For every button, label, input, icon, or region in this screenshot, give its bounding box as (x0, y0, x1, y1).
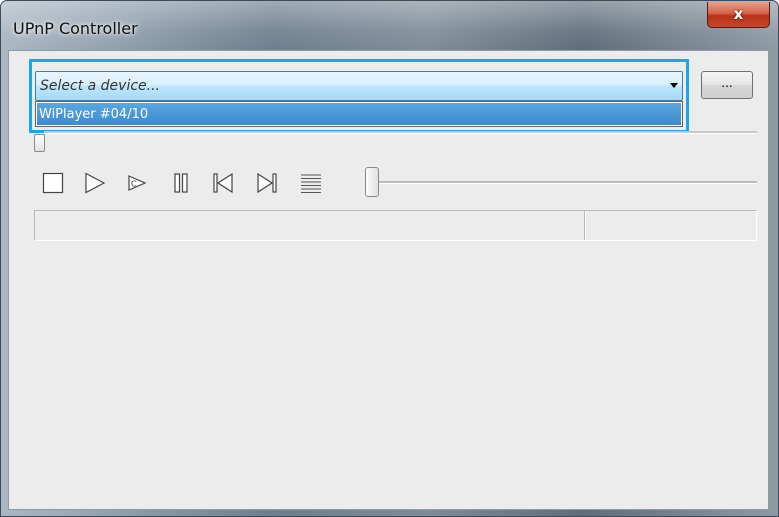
device-option[interactable]: WiPlayer #04/10 (37, 103, 681, 125)
status-bar (34, 210, 757, 241)
play-continuous-button[interactable]: C (124, 170, 150, 196)
window-title: UPnP Controller (13, 19, 138, 38)
device-dropdown-list: WiPlayer #04/10 (35, 101, 683, 127)
browse-button-label: ... (721, 76, 733, 90)
device-select-placeholder: Select a device... (40, 78, 161, 94)
playlist-button[interactable] (298, 170, 324, 196)
play-continuous-icon: C (128, 175, 147, 191)
pause-icon (174, 173, 188, 193)
play-icon (85, 172, 106, 194)
chevron-down-icon[interactable] (670, 83, 678, 88)
title-bar[interactable]: UPnP Controller x (1, 1, 778, 51)
svg-text:C: C (131, 180, 137, 189)
close-icon: x (733, 5, 744, 23)
seek-track[interactable] (44, 131, 757, 134)
volume-track[interactable] (376, 181, 757, 184)
volume-slider-handle[interactable] (365, 167, 379, 197)
next-button[interactable] (254, 170, 280, 196)
playlist-icon (301, 174, 321, 193)
previous-button[interactable] (210, 170, 236, 196)
skip-next-icon (257, 172, 277, 194)
seek-slider-handle[interactable] (34, 134, 45, 152)
browse-button[interactable]: ... (701, 71, 753, 99)
close-button[interactable]: x (707, 2, 770, 28)
pause-button[interactable] (168, 170, 194, 196)
skip-previous-icon (213, 172, 233, 194)
stop-button[interactable] (40, 170, 66, 196)
status-divider (584, 211, 586, 240)
device-option-label: WiPlayer #04/10 (39, 107, 149, 122)
play-button[interactable] (82, 170, 108, 196)
device-select[interactable]: Select a device... (35, 71, 683, 101)
stop-icon (42, 172, 64, 194)
